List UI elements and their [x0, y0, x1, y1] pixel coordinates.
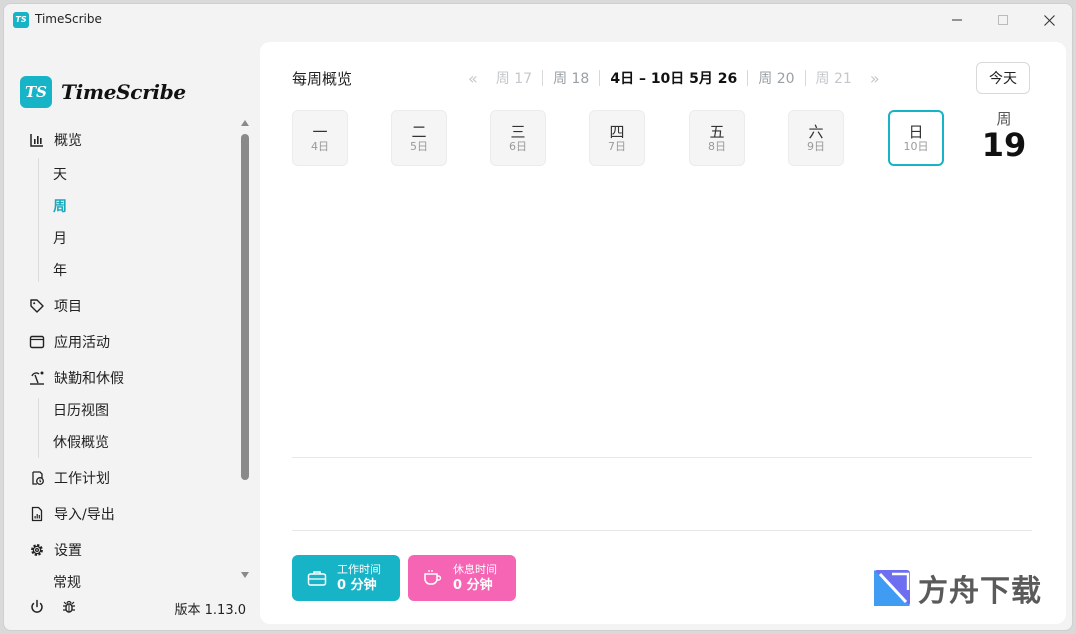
week-nav-item[interactable]: 周 17 — [486, 68, 542, 88]
watermark-logo — [874, 570, 910, 606]
briefcase-icon — [305, 566, 329, 590]
app-logo: TS TimeScribe — [20, 76, 186, 108]
day-button-mon[interactable]: 一 4日 — [292, 110, 348, 166]
watermark: 方舟下载 — [872, 567, 1042, 609]
coffee-cup-icon — [421, 566, 445, 590]
week-nav-item[interactable]: 周 18 — [543, 68, 599, 88]
logo-mark: TS — [20, 76, 52, 108]
day-date: 7日 — [608, 139, 626, 153]
day-name: 六 — [808, 122, 824, 141]
scrollbar-thumb[interactable] — [241, 134, 249, 480]
day-date: 5日 — [410, 139, 428, 153]
divider — [292, 530, 1032, 531]
nav-item-app-activity[interactable]: 应用活动 — [28, 326, 110, 358]
gear-icon — [28, 541, 46, 559]
clipboard-clock-icon — [28, 469, 46, 487]
nav-item-overview[interactable]: 概览 — [28, 124, 82, 156]
day-name: 四 — [609, 122, 625, 141]
day-button-thu[interactable]: 四 7日 — [589, 110, 645, 166]
sub-item-year[interactable]: 年 — [53, 254, 67, 286]
nav-label: 导入/导出 — [54, 507, 115, 523]
day-name: 二 — [411, 122, 427, 141]
day-button-sun[interactable]: 日 10日 — [888, 110, 944, 166]
sub-item-calendar-view[interactable]: 日历视图 — [53, 394, 109, 426]
power-icon[interactable] — [28, 598, 46, 616]
logo-text: TimeScribe — [61, 80, 186, 104]
day-date: 8日 — [708, 139, 726, 153]
version-label: 版本 1.13.0 — [174, 603, 246, 618]
day-date: 10日 — [903, 139, 929, 153]
day-name: 五 — [709, 122, 725, 141]
day-button-fri[interactable]: 五 8日 — [689, 110, 745, 166]
day-button-tue[interactable]: 二 5日 — [391, 110, 447, 166]
nav-label: 设置 — [54, 543, 82, 559]
title-bar[interactable]: TS TimeScribe — [4, 4, 1072, 36]
nav-label: 应用活动 — [54, 335, 110, 351]
work-time-card[interactable]: 工作时间 0 分钟 — [292, 555, 400, 601]
day-date: 6日 — [509, 139, 527, 153]
main-panel: 每周概览 « 周 17 周 18 4日 – 10日 5月 26 周 20 周 2… — [260, 42, 1066, 624]
window-title: TimeScribe — [35, 12, 102, 26]
close-button[interactable] — [1026, 4, 1072, 36]
sidebar-scrollbar[interactable] — [240, 118, 250, 580]
current-week-range: 4日 – 10日 5月 26 — [610, 71, 738, 87]
bug-icon[interactable] — [60, 598, 78, 616]
week-navigator: « 周 17 周 18 4日 – 10日 5月 26 周 20 周 21 » — [460, 68, 888, 88]
window-icon — [28, 333, 46, 351]
beach-icon — [28, 369, 46, 387]
sub-item-month[interactable]: 月 — [53, 222, 67, 254]
sub-item-day[interactable]: 天 — [53, 158, 67, 190]
close-icon — [1043, 14, 1055, 26]
day-name: 三 — [510, 122, 526, 141]
day-date: 9日 — [807, 139, 825, 153]
nav-item-import-export[interactable]: 导入/导出 — [28, 498, 115, 530]
nav-label: 项目 — [54, 299, 82, 315]
tag-icon — [28, 297, 46, 315]
scroll-up-arrow-icon[interactable] — [240, 118, 250, 128]
nav-label: 工作计划 — [54, 471, 110, 487]
app-window: TS TimeScribe TS TimeScribe 概览 天 周 月 年 项… — [3, 3, 1073, 631]
minimize-icon — [952, 19, 962, 21]
sub-item-vacation-overview[interactable]: 休假概览 — [53, 426, 109, 458]
bar-chart-icon — [28, 131, 46, 149]
maximize-button[interactable] — [980, 4, 1026, 36]
break-time-value: 0 分钟 — [453, 577, 493, 593]
nav-item-absence[interactable]: 缺勤和休假 — [28, 362, 124, 394]
day-name: 日 — [908, 122, 924, 141]
work-time-value: 0 分钟 — [337, 577, 377, 593]
break-time-card[interactable]: 休息时间 0 分钟 — [408, 555, 516, 601]
nav-label: 缺勤和休假 — [54, 371, 124, 387]
week-nav-item[interactable]: 周 21 — [806, 68, 862, 88]
day-button-wed[interactable]: 三 6日 — [490, 110, 546, 166]
divider — [292, 457, 1032, 458]
minimize-button[interactable] — [934, 4, 980, 36]
nav-item-projects[interactable]: 项目 — [28, 290, 82, 322]
sidebar-footer: 版本 1.13.0 — [4, 588, 260, 624]
today-button[interactable]: 今天 — [976, 62, 1030, 94]
submenu-guide — [38, 158, 39, 282]
day-button-sat[interactable]: 六 9日 — [788, 110, 844, 166]
day-name: 一 — [312, 122, 328, 141]
submenu-guide — [38, 398, 39, 458]
page-title: 每周概览 — [292, 70, 353, 88]
day-date: 4日 — [311, 139, 329, 153]
nav-item-work-schedule[interactable]: 工作计划 — [28, 462, 110, 494]
nav-menu: 概览 天 周 月 年 项目 应用活动 缺勤和休假 日历视图 休假概览 工作计划 … — [4, 124, 244, 592]
break-time-label: 休息时间 — [453, 562, 497, 576]
prev-weeks-button[interactable]: « — [460, 69, 486, 88]
file-chart-icon — [28, 505, 46, 523]
week-number: 19 — [981, 126, 1027, 164]
nav-item-settings[interactable]: 设置 — [28, 534, 82, 566]
nav-label: 概览 — [54, 133, 82, 149]
maximize-icon — [998, 15, 1008, 25]
week-nav-item[interactable]: 周 20 — [748, 68, 804, 88]
app-icon: TS — [13, 12, 29, 28]
sidebar: TS TimeScribe 概览 天 周 月 年 项目 应用活动 缺勤和休假 日… — [4, 36, 260, 630]
scroll-down-arrow-icon[interactable] — [240, 570, 250, 580]
work-time-label: 工作时间 — [337, 562, 381, 576]
next-weeks-button[interactable]: » — [862, 69, 888, 88]
sub-item-week[interactable]: 周 — [53, 190, 67, 222]
watermark-text: 方舟下载 — [918, 574, 1042, 609]
